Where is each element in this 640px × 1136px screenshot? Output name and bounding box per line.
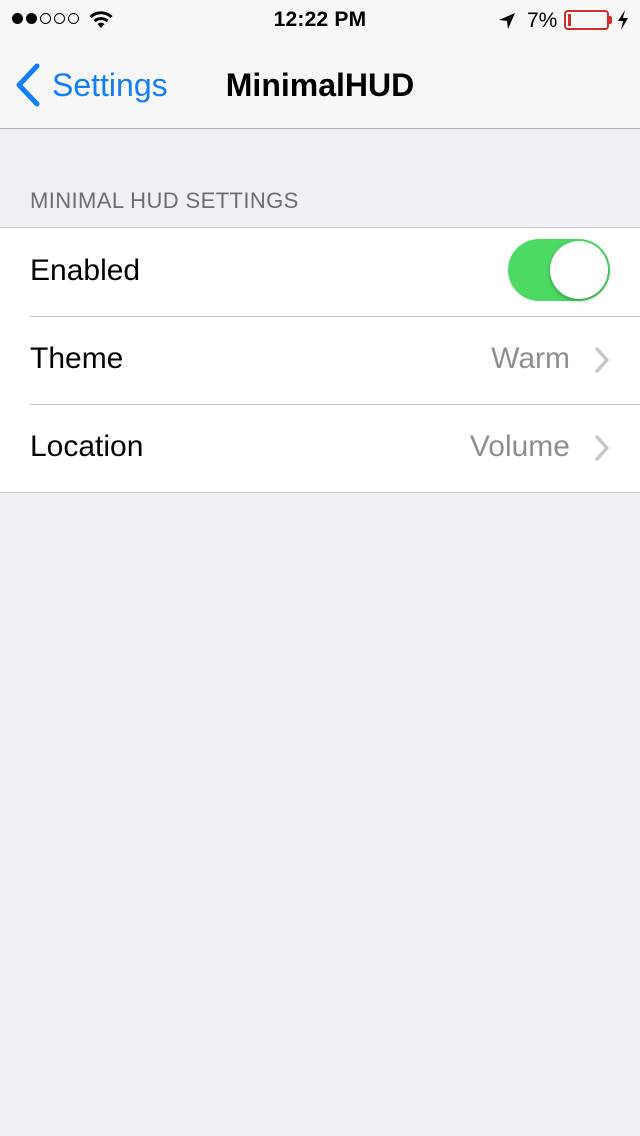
settings-table: Enabled Theme Warm Location Volume	[0, 227, 640, 493]
chevron-right-icon	[595, 347, 609, 373]
row-value: Volume	[469, 430, 570, 463]
row-label: Location	[30, 430, 144, 463]
battery-icon	[564, 10, 609, 30]
enabled-toggle[interactable]	[508, 239, 610, 301]
battery-fill	[568, 14, 571, 26]
battery-percent: 7%	[527, 9, 558, 32]
row-label: Enabled	[30, 254, 141, 287]
toggle-knob	[550, 241, 608, 299]
battery-tip	[609, 16, 612, 24]
status-bar: 12:22 PM 7%	[0, 0, 640, 40]
row-value: Warm	[491, 342, 570, 375]
settings-row-enabled: Enabled	[0, 228, 640, 316]
page-title: MinimalHUD	[225, 67, 415, 103]
section-header: MINIMAL HUD SETTINGS	[30, 188, 299, 213]
charging-bolt-icon	[618, 10, 628, 30]
navigation-bar: Settings MinimalHUD	[0, 40, 640, 129]
settings-row-theme[interactable]: Theme Warm	[0, 316, 640, 404]
chevron-right-icon	[595, 435, 609, 461]
location-arrow-icon	[499, 13, 515, 29]
row-label: Theme	[30, 342, 124, 375]
settings-row-location[interactable]: Location Volume	[0, 404, 640, 492]
